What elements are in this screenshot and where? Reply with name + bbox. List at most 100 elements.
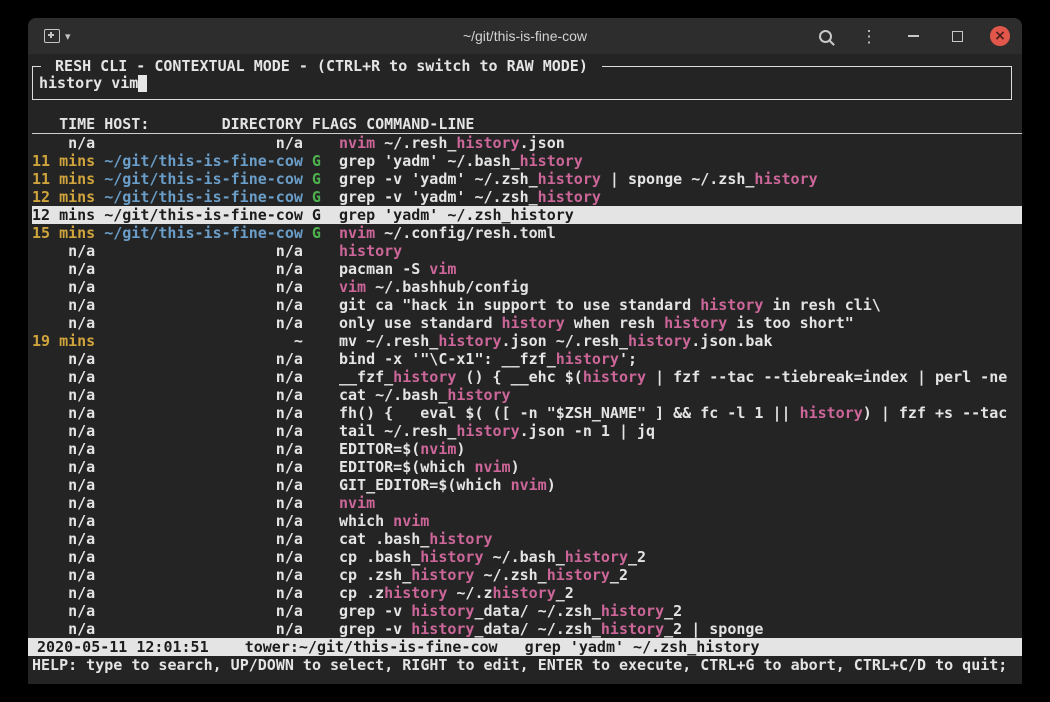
help-line: HELP: type to search, UP/DOWN to select,… xyxy=(28,656,1022,674)
new-terminal-button[interactable]: ▾ xyxy=(40,25,75,47)
header-time: TIME xyxy=(32,115,95,133)
row-time: n/a xyxy=(32,602,95,620)
desktop-background: ▾ ~/git/this-is-fine-cow ⋮ × RESH CLI - … xyxy=(0,0,1050,702)
row-directory: n/a xyxy=(104,350,303,368)
search-box-legend: RESH CLI - CONTEXTUAL MODE - (CTRL+R to … xyxy=(41,57,602,75)
row-directory: n/a xyxy=(104,620,303,638)
row-flags: G xyxy=(312,188,339,206)
history-row[interactable]: n/an/aonly use standard history when res… xyxy=(32,314,1022,332)
history-row[interactable]: 11 mins~/git/this-is-fine-cowGgrep -v 'y… xyxy=(32,170,1022,188)
history-row[interactable]: n/an/a__fzf_history () { __ehc $(history… xyxy=(32,368,1022,386)
command-text: cp .bash_history ~/.bash_history_2 xyxy=(339,548,1022,566)
row-directory: ~/git/this-is-fine-cow xyxy=(104,170,303,188)
command-text: grep 'yadm' ~/.zsh_history xyxy=(339,206,1022,224)
history-row[interactable]: 12 mins ~/git/this-is-fine-cow Ggrep -v 'y… xyxy=(32,188,1022,206)
history-row[interactable]: n/an/awhich nvim xyxy=(32,512,1022,530)
history-row[interactable]: n/an/acp .zsh_history ~/.zsh_history_2 xyxy=(32,566,1022,584)
row-directory: n/a xyxy=(104,242,303,260)
history-row[interactable]: 11 mins~/git/this-is-fine-cowGgrep 'yadm… xyxy=(32,152,1022,170)
row-directory: n/a xyxy=(104,440,303,458)
row-directory: n/a xyxy=(104,260,303,278)
row-time: 11 mins xyxy=(32,152,95,170)
row-time: n/a xyxy=(32,314,95,332)
command-text: cat .bash_history xyxy=(339,530,1022,548)
row-time: n/a xyxy=(32,260,95,278)
command-text: nvim ~/.config/resh.toml xyxy=(339,224,1022,242)
row-flags: G xyxy=(312,170,339,188)
row-directory: n/a xyxy=(104,278,303,296)
history-row[interactable]: n/an/ahistory xyxy=(32,242,1022,260)
row-time: 19 mins xyxy=(32,332,95,350)
history-row[interactable]: n/an/anvim ~/.resh_history.json xyxy=(32,134,1022,152)
row-time: n/a xyxy=(32,422,95,440)
row-time: n/a xyxy=(32,134,95,152)
row-directory: ~ xyxy=(104,332,303,350)
history-row[interactable]: n/an/agrep -v history_data/ ~/.zsh_histo… xyxy=(32,602,1022,620)
search-icon xyxy=(819,30,832,43)
history-row-selected[interactable]: 12 mins~/git/this-is-fine-cowGgrep 'yadm… xyxy=(32,206,1022,224)
close-button[interactable]: × xyxy=(990,26,1010,46)
search-box[interactable]: RESH CLI - CONTEXTUAL MODE - (CTRL+R to … xyxy=(32,66,1012,100)
history-row[interactable]: n/an/anvim xyxy=(32,494,1022,512)
terminal-content: RESH CLI - CONTEXTUAL MODE - (CTRL+R to … xyxy=(28,54,1022,684)
search-button[interactable] xyxy=(814,25,836,47)
history-row[interactable]: n/an/agrep -v history_data/ ~/.zsh_histo… xyxy=(32,620,1022,638)
history-row[interactable]: n/a n/a pacman -S vim xyxy=(32,260,1022,278)
history-row[interactable]: n/an/acat ~/.bash_history xyxy=(32,386,1022,404)
history-row[interactable]: n/an/aGIT_EDITOR=$(which nvim) xyxy=(32,476,1022,494)
new-terminal-icon xyxy=(44,29,60,43)
history-row[interactable]: n/a n/a vim ~/.bashhub/config xyxy=(32,278,1022,296)
row-flags: G xyxy=(312,206,339,224)
command-text: tail ~/.resh_history.json -n 1 | jq xyxy=(339,422,1022,440)
header-flags: FLAGS xyxy=(312,115,357,133)
history-row[interactable]: 19 mins ~ mv ~/.resh_history.json ~/.resh_… xyxy=(32,332,1022,350)
command-text: vim ~/.bashhub/config xyxy=(339,278,1022,296)
row-time: n/a xyxy=(32,278,95,296)
history-row[interactable]: n/an/agit ca "hack in support to use sta… xyxy=(32,296,1022,314)
command-text: bind -x '"\C-x1": __fzf_history'; xyxy=(339,350,1022,368)
history-row[interactable]: n/an/acat .bash_history xyxy=(32,530,1022,548)
status-host-directory: tower:~/git/this-is-fine-cow xyxy=(245,638,498,656)
history-row[interactable]: n/a n/a fh() { eval $( ([ -n "$ZSH_NAME" ]… xyxy=(32,404,1022,422)
row-directory: n/a xyxy=(104,476,303,494)
history-row[interactable]: 15 mins~/git/this-is-fine-cowGnvim ~/.co… xyxy=(32,224,1022,242)
row-time: 11 mins xyxy=(32,170,95,188)
command-text: grep -v 'yadm' ~/.zsh_history xyxy=(339,188,1022,206)
history-row[interactable]: n/an/acp .bash_history ~/.bash_history_2 xyxy=(32,548,1022,566)
command-text: fh() { eval $( ([ -n "$ZSH_NAME" ] && fc… xyxy=(339,404,1022,422)
command-text: GIT_EDITOR=$(which nvim) xyxy=(339,476,1022,494)
row-time: 12 mins xyxy=(32,188,95,206)
command-text: cp .zhistory ~/.zhistory_2 xyxy=(339,584,1022,602)
command-text: grep -v history_data/ ~/.zsh_history_2 xyxy=(339,602,1022,620)
row-time: n/a xyxy=(32,350,95,368)
command-text: pacman -S vim xyxy=(339,260,1022,278)
row-time: n/a xyxy=(32,404,95,422)
history-row[interactable]: n/an/aEDITOR=$(which nvim) xyxy=(32,458,1022,476)
command-text: grep 'yadm' ~/.bash_history xyxy=(339,152,1022,170)
command-text: mv ~/.resh_history.json ~/.resh_history.… xyxy=(339,332,1022,350)
command-text: EDITOR=$(which nvim) xyxy=(339,458,1022,476)
history-row[interactable]: n/a n/a tail ~/.resh_history.json -n 1 | j… xyxy=(32,422,1022,440)
row-directory: n/a xyxy=(104,404,303,422)
history-row[interactable]: n/a n/a bind -x '"\C-x1": __fzf_history'; xyxy=(32,350,1022,368)
command-text: cp .zsh_history ~/.zsh_history_2 xyxy=(339,566,1022,584)
row-directory: n/a xyxy=(104,584,303,602)
restore-button[interactable] xyxy=(946,25,968,47)
row-directory: ~/git/this-is-fine-cow xyxy=(104,224,303,242)
row-time: n/a xyxy=(32,548,95,566)
row-directory: n/a xyxy=(104,512,303,530)
row-directory: n/a xyxy=(104,422,303,440)
row-directory: ~/git/this-is-fine-cow xyxy=(104,188,303,206)
command-text: git ca "hack in support to use standard … xyxy=(339,296,1022,314)
row-directory: n/a xyxy=(104,530,303,548)
menu-button[interactable]: ⋮ xyxy=(858,25,880,47)
status-command: grep 'yadm' ~/.zsh_history xyxy=(525,638,760,656)
history-row[interactable]: n/an/aEDITOR=$(nvim) xyxy=(32,440,1022,458)
minimize-button[interactable] xyxy=(902,25,924,47)
command-text: only use standard history when resh hist… xyxy=(339,314,1022,332)
row-directory: n/a xyxy=(104,296,303,314)
minimize-icon xyxy=(908,35,919,37)
history-row[interactable]: n/an/acp .zhistory ~/.zhistory_2 xyxy=(32,584,1022,602)
row-directory: ~/git/this-is-fine-cow xyxy=(104,152,303,170)
row-time: 15 mins xyxy=(32,224,95,242)
